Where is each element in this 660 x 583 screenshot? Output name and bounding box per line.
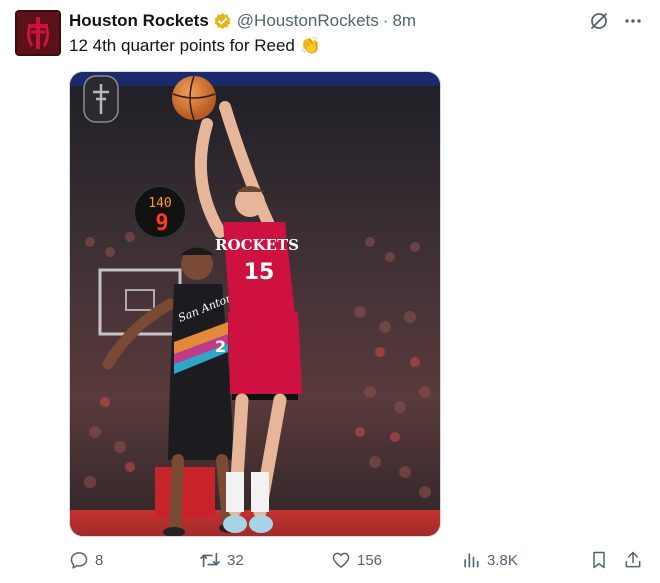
rockets-logo-icon <box>15 10 61 56</box>
tweet-actions: 8 32 156 3.8K <box>69 550 647 574</box>
home-jersey-name: ROCKETS <box>215 236 299 254</box>
tweet-photo[interactable]: 140 9 San Antonio 2 ROCKETS 15 <box>69 71 441 537</box>
tweet: Houston Rockets @HoustonRockets · 8m 12 … <box>0 0 660 583</box>
scoreboard-bottom-value: 9 <box>155 211 168 236</box>
views-button[interactable]: 3.8K <box>461 550 518 570</box>
away-jersey-number: 2 <box>215 337 226 356</box>
avatar[interactable] <box>15 10 61 56</box>
retweet-count: 32 <box>227 551 244 569</box>
retweet-button[interactable]: 32 <box>199 550 244 570</box>
analytics-icon <box>464 553 479 568</box>
tweet-header: Houston Rockets @HoustonRockets · 8m <box>69 10 416 32</box>
like-count: 156 <box>357 551 383 569</box>
top-actions <box>588 10 644 32</box>
grok-icon[interactable] <box>588 10 610 32</box>
home-jersey-number: 15 <box>244 260 275 285</box>
tweet-text: 12 4th quarter points for Reed 👏 <box>69 36 321 55</box>
retweet-icon <box>200 552 220 568</box>
reply-button[interactable]: 8 <box>69 550 103 570</box>
more-options-icon[interactable] <box>622 10 644 32</box>
basketball-photo: 140 9 San Antonio 2 ROCKETS 15 <box>70 72 440 536</box>
verified-badge-icon[interactable] <box>213 12 232 31</box>
reply-icon <box>70 552 88 569</box>
heart-icon <box>332 552 350 568</box>
bookmark-icon <box>593 551 605 569</box>
reply-count: 8 <box>95 551 104 569</box>
separator-dot: · <box>382 11 389 30</box>
share-button[interactable] <box>623 550 643 570</box>
display-name[interactable]: Houston Rockets <box>69 11 209 31</box>
bookmark-button[interactable] <box>589 550 609 570</box>
view-count: 3.8K <box>487 551 518 569</box>
author-handle[interactable]: @HoustonRockets <box>237 11 379 31</box>
scoreboard-top-value: 140 <box>148 196 171 211</box>
share-icon <box>625 551 641 568</box>
timestamp[interactable]: 8m <box>392 11 416 31</box>
like-button[interactable]: 156 <box>331 550 382 570</box>
